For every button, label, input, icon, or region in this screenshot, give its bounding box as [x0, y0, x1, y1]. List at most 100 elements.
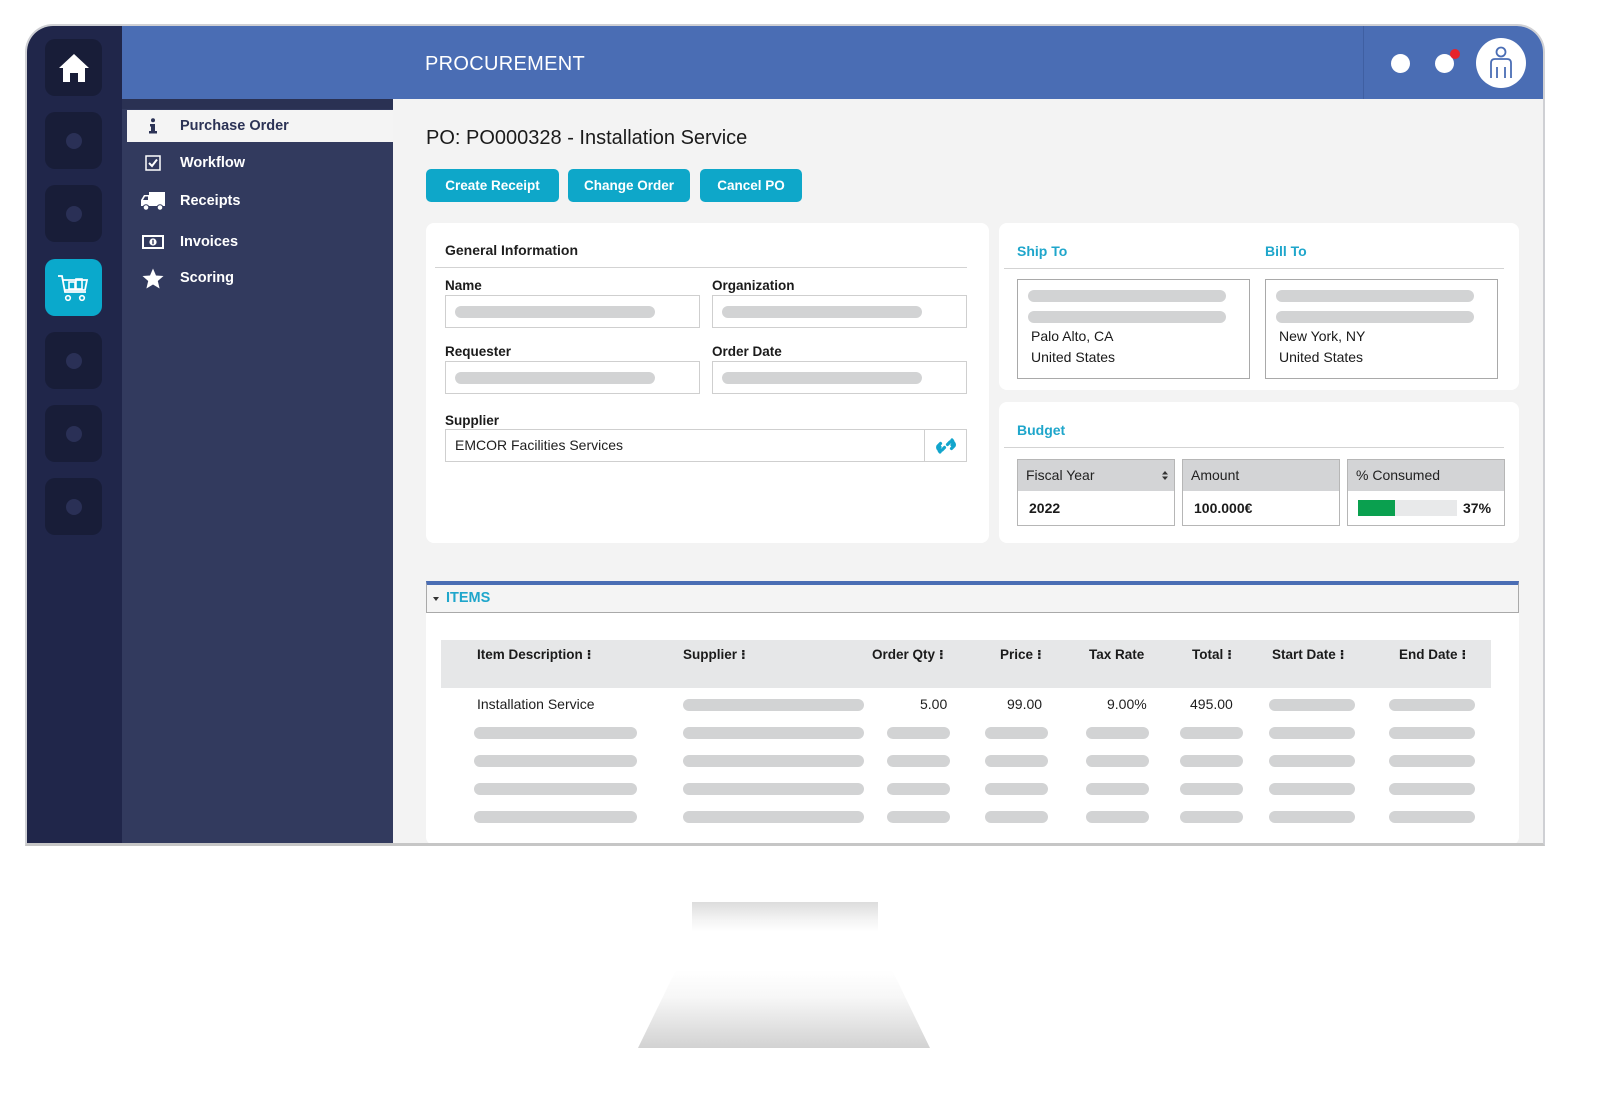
column-label: Item Description [477, 647, 583, 662]
sort-icon: ⁝ [740, 647, 746, 662]
table-row-placeholder [426, 783, 1519, 797]
notifications-button[interactable] [1435, 49, 1460, 73]
amount-cell: Amount 100.000€ [1182, 459, 1340, 526]
nav-item-invoices[interactable]: Invoices [127, 226, 393, 258]
placeholder-bar [1276, 290, 1474, 302]
bill-to-country: United States [1279, 349, 1364, 365]
consumed-label: % Consumed [1356, 467, 1441, 483]
rail-home-button[interactable] [45, 39, 102, 96]
requester-field[interactable] [445, 361, 700, 394]
cell-supplier-placeholder [683, 699, 864, 711]
amount-value: 100.000€ [1194, 500, 1253, 516]
col-start-date[interactable]: Start Date ⁝ [1272, 647, 1345, 663]
column-label: Order Qty [872, 647, 936, 662]
truck-icon [139, 191, 167, 211]
nav-item-purchase-order[interactable]: Purchase Order [127, 110, 393, 142]
supplier-link-button[interactable] [924, 429, 967, 462]
name-field[interactable] [445, 295, 700, 328]
col-price[interactable]: Price ⁝ [1000, 647, 1042, 663]
nav-label: Workflow [180, 155, 245, 171]
order-date-field[interactable] [712, 361, 967, 394]
placeholder-bar [1389, 755, 1475, 767]
items-section-toggle[interactable]: ITEMS [426, 581, 1519, 613]
sort-icon: ⁝ [1036, 647, 1042, 662]
change-order-button[interactable]: Change Order [568, 169, 690, 202]
sort-icon: ⁝ [1339, 647, 1345, 662]
supplier-field[interactable]: EMCOR Facilities Services [445, 429, 925, 462]
organization-field[interactable] [712, 295, 967, 328]
amount-label: Amount [1191, 467, 1240, 483]
addresses-card: Ship To Bill To Palo Alto, CA United Sta… [999, 223, 1519, 390]
nav-label: Purchase Order [180, 118, 289, 134]
card-title: General Information [445, 242, 579, 258]
subnav-top-strip [122, 99, 393, 109]
col-item-description[interactable]: Item Description ⁝ [477, 647, 592, 663]
cancel-po-button[interactable]: Cancel PO [700, 169, 802, 202]
sort-arrows-icon [1162, 471, 1168, 480]
placeholder-bar [455, 306, 655, 318]
placeholder-bar [1389, 783, 1475, 795]
rail-button-7[interactable] [45, 478, 102, 535]
sort-icon: ⁝ [1227, 647, 1233, 662]
rail-button-3[interactable] [45, 185, 102, 242]
caret-down-icon [433, 597, 439, 601]
placeholder-bar [474, 755, 637, 767]
col-supplier[interactable]: Supplier ⁝ [683, 647, 746, 663]
header-divider [1363, 26, 1364, 99]
rail-button-6[interactable] [45, 405, 102, 462]
header-action-button[interactable] [1391, 54, 1410, 73]
column-label: Supplier [683, 647, 738, 662]
cell-end-date-placeholder [1389, 699, 1475, 711]
placeholder-bar [1389, 727, 1475, 739]
nav-item-receipts[interactable]: Receipts [127, 185, 393, 217]
consumed-progress-bar [1358, 500, 1457, 516]
placeholder-bar [722, 306, 922, 318]
nav-label: Invoices [180, 234, 239, 250]
monitor-screen: PROCUREMENT Purchase Order Workflow Rece… [25, 24, 1545, 846]
cell-total: 495.00 [1190, 696, 1233, 712]
nav-item-workflow[interactable]: Workflow [127, 147, 393, 179]
bill-to-title: Bill To [1265, 243, 1307, 259]
col-end-date[interactable]: End Date ⁝ [1399, 647, 1466, 663]
general-information-card: General Information Name Organization Re… [426, 223, 989, 543]
page-title: PO: PO000328 - Installation Service [426, 127, 748, 149]
placeholder-bar [985, 755, 1048, 767]
amount-header: Amount [1183, 460, 1339, 491]
col-tax-rate[interactable]: Tax Rate [1089, 647, 1144, 662]
create-receipt-button[interactable]: Create Receipt [426, 169, 559, 202]
user-avatar[interactable] [1476, 38, 1526, 88]
fiscal-year-select[interactable]: Fiscal Year 2022 [1017, 459, 1175, 526]
nav-item-scoring[interactable]: Scoring [127, 262, 393, 294]
organization-label: Organization [712, 278, 795, 293]
placeholder-bar [1028, 311, 1226, 323]
table-row-placeholder [426, 811, 1519, 825]
col-order-qty[interactable]: Order Qty ⁝ [872, 647, 944, 663]
placeholder-bar [1269, 811, 1355, 823]
rail-button-5[interactable] [45, 332, 102, 389]
money-bill-icon [139, 235, 167, 249]
placeholder-bar [722, 372, 922, 384]
placeholder-bar [1269, 727, 1355, 739]
placeholder-bar [887, 727, 950, 739]
items-table: Item Description ⁝ Supplier ⁝ Order Qty … [426, 613, 1519, 843]
ship-to-title: Ship To [1017, 243, 1068, 259]
order-date-label: Order Date [712, 344, 782, 359]
placeholder-bar [474, 811, 637, 823]
app-title: PROCUREMENT [425, 53, 585, 75]
monitor-stand-neck [692, 902, 878, 932]
bill-to-address: New York, NY United States [1265, 279, 1498, 379]
placeholder-bar [1086, 811, 1149, 823]
placeholder-bar [985, 727, 1048, 739]
rail-procurement-button[interactable] [45, 259, 102, 316]
divider [435, 267, 967, 268]
sort-icon: ⁝ [1461, 647, 1467, 662]
col-total[interactable]: Total ⁝ [1192, 647, 1232, 663]
cell-tax-rate: 9.00% [1107, 696, 1147, 712]
placeholder-bar [887, 783, 950, 795]
table-row[interactable]: Installation Service 5.00 99.00 9.00% 49… [441, 693, 1491, 719]
rail-button-2[interactable] [45, 112, 102, 169]
placeholder-bar [1180, 755, 1243, 767]
cell-order-qty: 5.00 [920, 696, 948, 712]
app-header: PROCUREMENT [122, 26, 1543, 99]
budget-grid: Fiscal Year 2022 Amount 100.000€ % Consu… [1017, 459, 1505, 526]
